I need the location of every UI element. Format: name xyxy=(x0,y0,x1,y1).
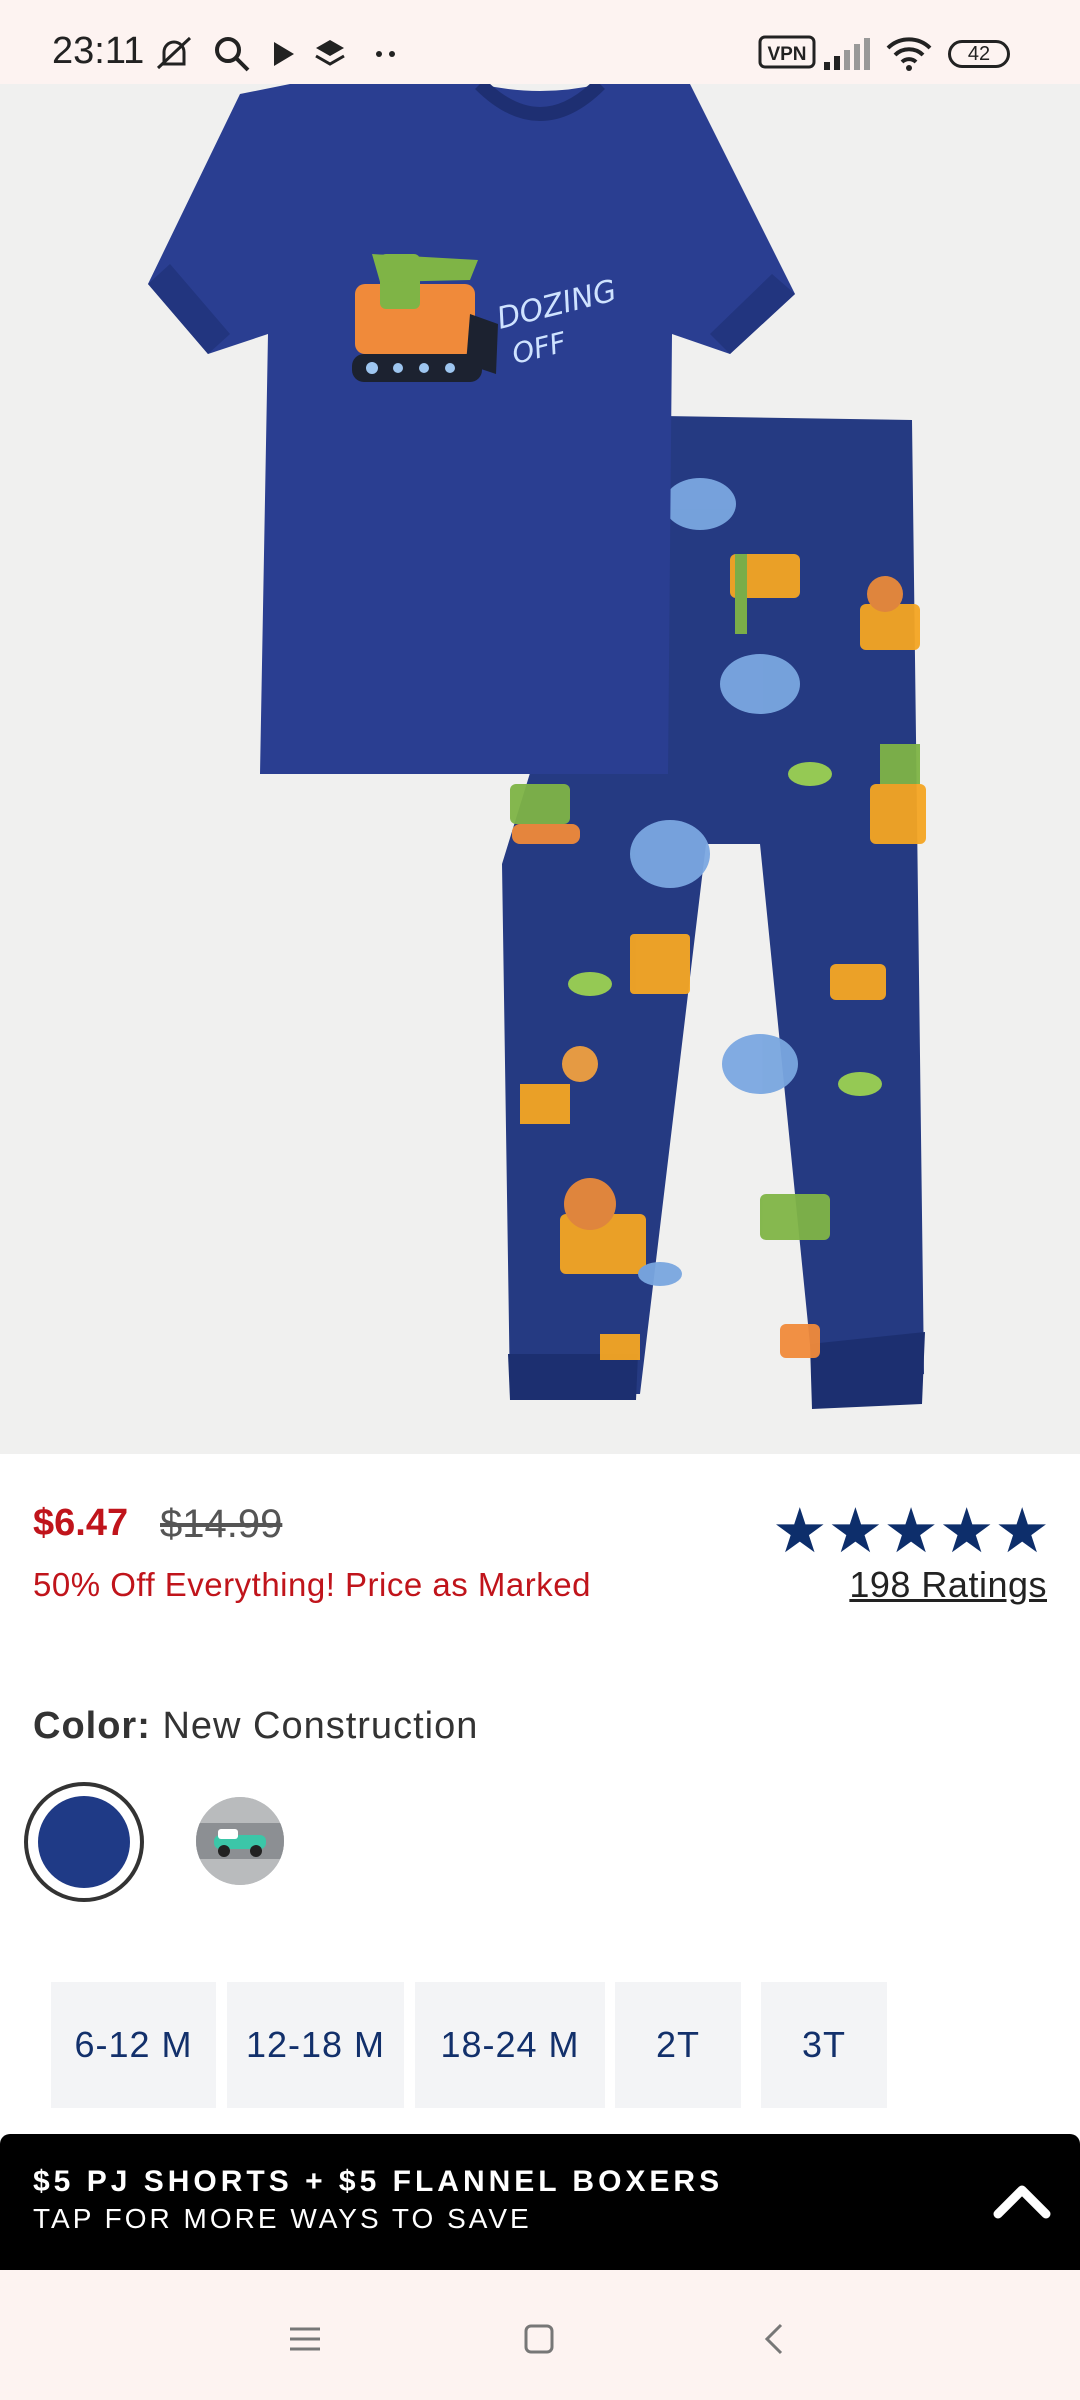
back-icon[interactable] xyxy=(754,2318,796,2360)
size-option[interactable]: 2T xyxy=(615,1982,741,2108)
promo-banner[interactable] xyxy=(0,2134,1080,2270)
original-price: $14.99 xyxy=(160,1502,283,1546)
pajama-set-illustration: DOZING OFF xyxy=(148,84,926,1409)
star-icon: ★ xyxy=(883,1497,939,1566)
ratings-link[interactable]: 198 Ratings xyxy=(849,1564,1047,1606)
chevron-up-icon[interactable] xyxy=(992,2172,1052,2232)
signal-icon xyxy=(824,38,870,70)
layers-icon xyxy=(315,40,345,66)
promo-banner-title: $5 PJ SHORTS + $5 FLANNEL BOXERS xyxy=(33,2165,724,2198)
vpn-label: VPN xyxy=(767,44,806,65)
size-option[interactable]: 3T xyxy=(761,1982,887,2108)
search-icon xyxy=(215,37,250,72)
wifi-icon xyxy=(886,37,932,71)
size-option[interactable]: 18-24 M xyxy=(415,1982,605,2108)
battery-indicator: 42 xyxy=(948,40,1010,68)
star-icon: ★ xyxy=(994,1497,1050,1566)
status-bar: 23:11 VPN 42 xyxy=(0,0,1080,84)
play-store-icon xyxy=(274,42,294,66)
color-swatch-selected[interactable] xyxy=(24,1782,144,1902)
promo-text: 50% Off Everything! Price as Marked xyxy=(33,1566,591,1603)
size-option[interactable]: 6-12 M xyxy=(51,1982,216,2108)
promo-banner-subtitle: TAP FOR MORE WAYS TO SAVE xyxy=(33,2203,532,2234)
size-option[interactable]: 12-18 M xyxy=(227,1982,404,2108)
vpn-icon: VPN xyxy=(758,35,816,69)
menu-icon[interactable] xyxy=(284,2318,326,2360)
color-row: Color: New Construction xyxy=(33,1705,478,1748)
product-image[interactable]: DOZING OFF xyxy=(0,84,1080,1454)
star-icon: ★ xyxy=(938,1497,995,1566)
star-icon: ★ xyxy=(827,1497,884,1566)
home-icon[interactable] xyxy=(518,2318,560,2360)
color-value: New Construction xyxy=(162,1705,479,1747)
star-rating[interactable]: ★★★★★ xyxy=(772,1494,1050,1567)
star-icon: ★ xyxy=(772,1497,828,1566)
color-swatch-race-car[interactable] xyxy=(196,1797,284,1885)
more-dots-icon xyxy=(376,51,395,57)
mute-bell-icon xyxy=(156,36,192,70)
race-car-icon xyxy=(196,1797,284,1885)
swatch-fill xyxy=(38,1796,130,1888)
status-time: 23:11 xyxy=(52,30,145,72)
color-label: Color: xyxy=(33,1705,151,1747)
sale-price: $6.47 xyxy=(33,1502,129,1544)
